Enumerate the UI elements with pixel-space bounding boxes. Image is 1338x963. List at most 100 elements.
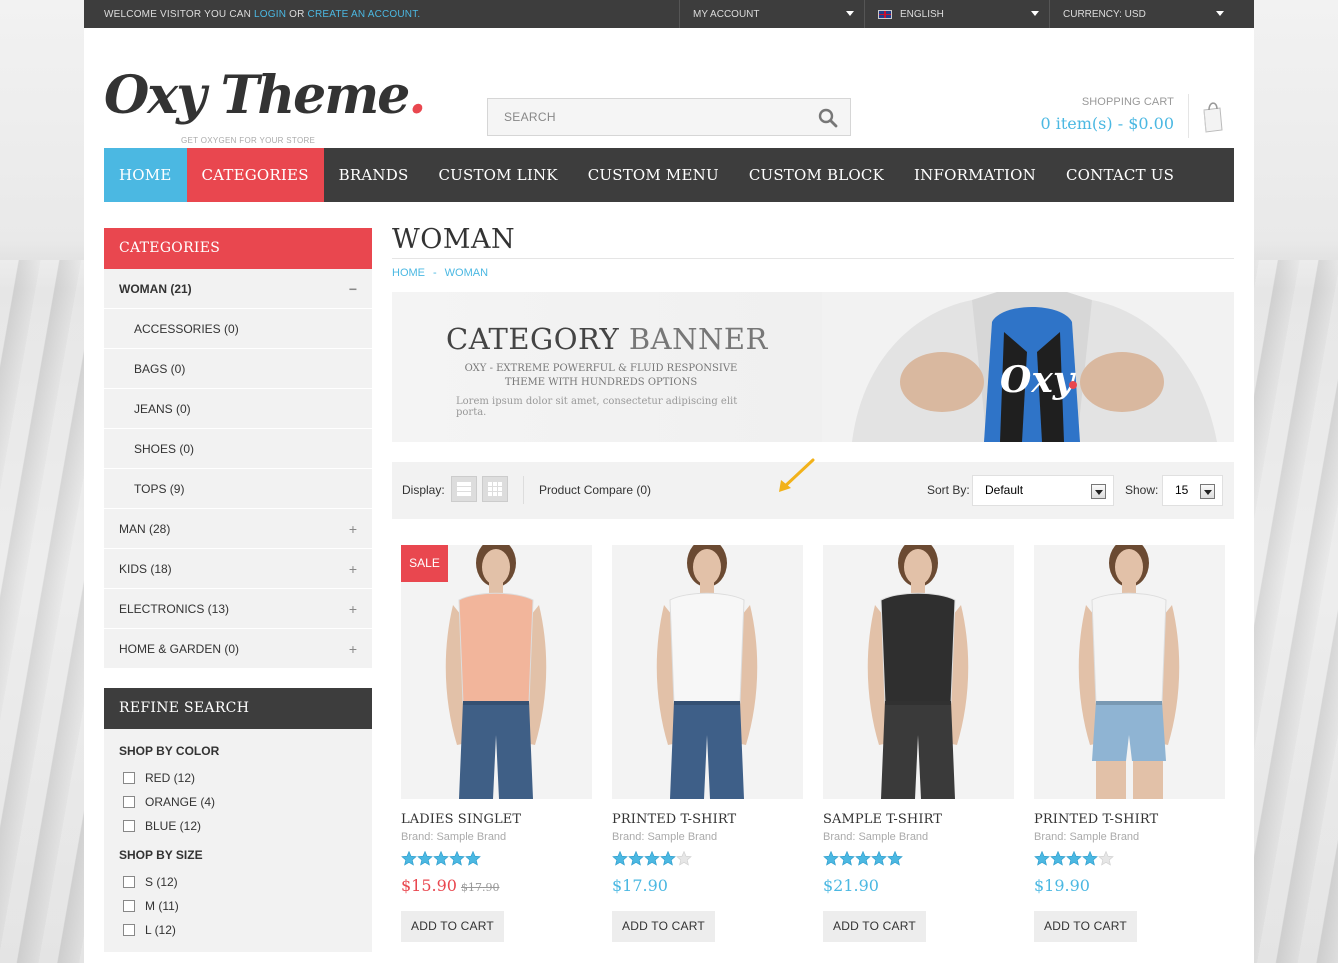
nav-item-contact-us[interactable]: CONTACT US — [1051, 148, 1189, 202]
product-name[interactable]: SAMPLE T-SHIRT — [823, 812, 1014, 827]
checkbox[interactable] — [123, 924, 135, 936]
product-name[interactable]: PRINTED T-SHIRT — [612, 812, 803, 827]
filter-label: L (12) — [145, 923, 176, 937]
list-view-button[interactable] — [451, 476, 477, 502]
filter-label: S (12) — [145, 875, 178, 889]
sale-badge: SALE — [401, 545, 448, 582]
sort-by-select[interactable]: Default — [972, 475, 1114, 506]
category-label: MAN (28) — [119, 522, 171, 536]
filter-option-red[interactable]: RED (12) — [119, 766, 357, 790]
shopping-bag-icon[interactable] — [1200, 98, 1224, 139]
category-item-kids[interactable]: KIDS (18) + — [104, 549, 372, 589]
star-icon — [1066, 851, 1082, 866]
language-label: ENGLISH — [900, 8, 944, 20]
checkbox[interactable] — [123, 820, 135, 832]
category-item-man[interactable]: MAN (28) + — [104, 509, 372, 549]
page: WELCOME VISITOR YOU CAN LOGIN OR CREATE … — [84, 0, 1254, 963]
nav-item-brands[interactable]: BRANDS — [324, 148, 424, 202]
add-to-cart-button[interactable]: ADD TO CART — [401, 911, 504, 942]
filter-option-orange[interactable]: ORANGE (4) — [119, 790, 357, 814]
banner-text: Lorem ipsum dolor sit amet, consectetur … — [456, 396, 738, 418]
grid-view-button[interactable] — [482, 476, 508, 502]
filter-option-blue[interactable]: BLUE (12) — [119, 814, 357, 838]
filter-label: BLUE (12) — [145, 819, 202, 833]
banner-title-bold: CATEGORY — [446, 322, 620, 356]
add-to-cart-button[interactable]: ADD TO CART — [823, 911, 926, 942]
category-item-woman[interactable]: WOMAN (21) − — [104, 269, 372, 309]
old-price: $17.90 — [460, 881, 500, 894]
add-to-cart-button[interactable]: ADD TO CART — [612, 911, 715, 942]
search-input[interactable] — [488, 99, 788, 135]
star-icon — [465, 851, 481, 866]
expand-icon[interactable]: + — [349, 509, 357, 549]
product-price: $15.90 $17.90 — [401, 876, 592, 895]
category-item-tops[interactable]: TOPS (9) — [104, 469, 372, 509]
my-account-dropdown[interactable]: MY ACCOUNT — [679, 0, 864, 28]
cart-total[interactable]: 0 item(s) - $0.00 — [1040, 114, 1174, 133]
checkbox[interactable] — [123, 876, 135, 888]
nav-item-custom-link[interactable]: CUSTOM LINK — [423, 148, 572, 202]
star-icon — [628, 851, 644, 866]
nav-item-custom-block[interactable]: CUSTOM BLOCK — [734, 148, 899, 202]
star-icon — [449, 851, 465, 866]
welcome-text: WELCOME VISITOR YOU CAN — [104, 9, 252, 20]
shopping-cart[interactable]: SHOPPING CART 0 item(s) - $0.00 — [1040, 96, 1174, 133]
checkbox[interactable] — [123, 796, 135, 808]
search-icon[interactable] — [818, 108, 838, 133]
category-item-shoes[interactable]: SHOES (0) — [104, 429, 372, 469]
cart-title: SHOPPING CART — [1081, 96, 1174, 108]
category-item-home-garden[interactable]: HOME & GARDEN (0) + — [104, 629, 372, 669]
filter-option-size-m[interactable]: M (11) — [119, 894, 357, 918]
checkbox[interactable] — [123, 772, 135, 784]
product-brand: Brand: Sample Brand — [1034, 831, 1140, 843]
product-name[interactable]: LADIES SINGLET — [401, 812, 592, 827]
expand-icon[interactable]: + — [349, 549, 357, 589]
category-item-accessories[interactable]: ACCESSORIES (0) — [104, 309, 372, 349]
nav-item-information[interactable]: INFORMATION — [899, 148, 1051, 202]
product-image[interactable] — [612, 545, 803, 799]
filter-option-size-l[interactable]: L (12) — [119, 918, 357, 942]
category-label: KIDS (18) — [119, 562, 172, 576]
product-image[interactable] — [823, 545, 1014, 799]
star-icon — [660, 851, 676, 866]
product-compare-link[interactable]: Product Compare (0) — [539, 483, 651, 497]
collapse-icon[interactable]: − — [349, 269, 357, 309]
expand-icon[interactable]: + — [349, 589, 357, 629]
product-brand: Brand: Sample Brand — [401, 831, 507, 843]
add-to-cart-button[interactable]: ADD TO CART — [1034, 911, 1137, 942]
filter-option-size-s[interactable]: S (12) — [119, 870, 357, 894]
language-dropdown[interactable]: ENGLISH — [864, 0, 1049, 28]
category-label: SHOES (0) — [134, 442, 195, 456]
create-account-link[interactable]: CREATE AN ACCOUNT. — [308, 9, 421, 20]
star-icon — [1098, 851, 1114, 866]
welcome-message: WELCOME VISITOR YOU CAN LOGIN OR CREATE … — [104, 9, 420, 20]
nav-item-home[interactable]: HOME — [104, 148, 187, 202]
show-limit-select[interactable]: 15 — [1162, 475, 1223, 506]
product-image[interactable]: SALE — [401, 545, 592, 799]
category-label: BAGS (0) — [134, 362, 186, 376]
product-card: PRINTED T-SHIRT Brand: Sample Brand $17.… — [612, 545, 803, 942]
category-banner: CATEGORY BANNER OXY - EXTREME POWERFUL &… — [392, 292, 1234, 442]
nav-item-custom-menu[interactable]: CUSTOM MENU — [573, 148, 734, 202]
star-icon — [644, 851, 660, 866]
login-link[interactable]: LOGIN — [254, 9, 286, 20]
product-name[interactable]: PRINTED T-SHIRT — [1034, 812, 1225, 827]
product-image[interactable] — [1034, 545, 1225, 799]
chevron-down-icon — [1200, 484, 1215, 499]
breadcrumb-woman[interactable]: WOMAN — [445, 267, 488, 279]
category-item-jeans[interactable]: JEANS (0) — [104, 389, 372, 429]
top-bar: WELCOME VISITOR YOU CAN LOGIN OR CREATE … — [84, 0, 1254, 28]
logo[interactable]: Oxy Theme. — [104, 70, 426, 122]
category-label: ELECTRONICS (13) — [119, 602, 230, 616]
category-item-bags[interactable]: BAGS (0) — [104, 349, 372, 389]
product-card: SALE LADIES SINGLET Brand: Sample Brand … — [401, 545, 592, 942]
category-label: HOME & GARDEN (0) — [119, 642, 240, 656]
checkbox[interactable] — [123, 900, 135, 912]
product-photo — [1034, 545, 1225, 799]
breadcrumb-home[interactable]: HOME — [392, 267, 425, 279]
nav-item-categories[interactable]: CATEGORIES — [186, 148, 324, 202]
category-item-electronics[interactable]: ELECTRONICS (13) + — [104, 589, 372, 629]
expand-icon[interactable]: + — [349, 629, 357, 669]
currency-dropdown[interactable]: CURRENCY: USD — [1049, 0, 1234, 28]
display-label: Display: — [402, 483, 445, 497]
